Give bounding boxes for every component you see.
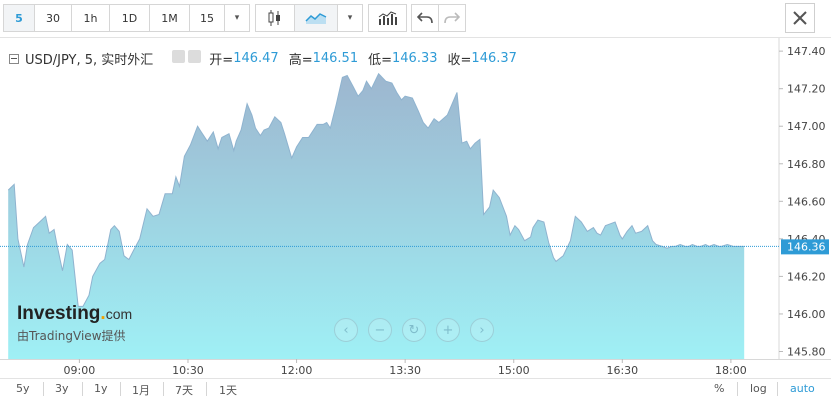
logo-tld: com <box>105 306 133 322</box>
interval-5-button[interactable]: 5 <box>3 4 35 32</box>
range-7day-button[interactable]: 7天 <box>175 382 193 398</box>
close-value: 146.37 <box>471 51 517 66</box>
x-tick-label: 15:00 <box>498 364 530 377</box>
range-1day-button[interactable]: 1天 <box>219 382 237 398</box>
undo-button[interactable] <box>411 4 439 32</box>
y-tick-label: 146.20 <box>787 270 826 283</box>
candlestick-icon <box>268 10 280 26</box>
chevron-right-icon: › <box>479 322 485 338</box>
y-tick-label: 146.00 <box>787 308 826 321</box>
chart-toolbar: 5 30 1h 1D 1M 15 ▾ ▾ <box>0 0 831 37</box>
interval-1m-button[interactable]: 1M <box>149 4 190 32</box>
chevron-left-icon: ‹ <box>343 322 349 338</box>
low-label: 低= <box>368 53 393 68</box>
range-separator <box>206 382 207 396</box>
range-separator <box>163 382 164 396</box>
redo-icon <box>444 12 460 24</box>
zoom-in-button[interactable]: + <box>436 318 460 342</box>
option-separator <box>737 382 738 396</box>
indicators-button[interactable] <box>368 4 407 32</box>
area-chart-button[interactable] <box>294 4 338 32</box>
symbol-label: USD/JPY, 5, 实时外汇 <box>25 53 154 68</box>
chevron-down-icon: ▾ <box>234 13 240 23</box>
visibility-icon[interactable] <box>172 50 186 63</box>
legend-icons <box>169 50 202 67</box>
zoom-out-button[interactable]: − <box>368 318 392 342</box>
y-tick-label: 147.00 <box>787 120 826 133</box>
low-value: 146.33 <box>392 51 438 66</box>
range-3y-button[interactable]: 3y <box>55 382 69 395</box>
range-separator <box>120 382 121 396</box>
scroll-right-button[interactable]: › <box>470 318 494 342</box>
open-label: 开= <box>209 53 234 68</box>
open-value: 146.47 <box>233 51 279 66</box>
range-separator <box>82 382 83 396</box>
y-tick-label: 145.80 <box>787 345 826 358</box>
range-1month-button[interactable]: 1月 <box>132 382 150 398</box>
plus-icon: + <box>442 322 454 338</box>
indicators-icon <box>378 11 397 25</box>
range-separator <box>43 382 44 396</box>
chart-type-dropdown-button[interactable]: ▾ <box>337 4 363 32</box>
x-tick-label: 16:30 <box>606 364 638 377</box>
x-tick-label: 12:00 <box>281 364 313 377</box>
area-chart-icon <box>305 13 327 24</box>
range-5y-button[interactable]: 5y <box>16 382 30 395</box>
provider-credit: 由TradingView提供 <box>17 329 126 343</box>
interval-1h-button[interactable]: 1h <box>71 4 110 32</box>
percent-scale-button[interactable]: % <box>714 382 724 395</box>
logo-wordmark: Investing <box>17 303 101 324</box>
range-1y-button[interactable]: 1y <box>94 382 108 395</box>
interval-15-button[interactable]: 15 <box>189 4 225 32</box>
interval-30-button[interactable]: 30 <box>34 4 72 32</box>
undo-icon <box>417 12 433 24</box>
interval-dropdown-button[interactable]: ▾ <box>224 4 250 32</box>
close-label: 收= <box>447 53 472 68</box>
collapse-legend-icon[interactable] <box>9 53 19 64</box>
y-tick-label: 147.20 <box>787 83 826 96</box>
y-tick-label: 146.80 <box>787 158 826 171</box>
refresh-icon: ↻ <box>408 322 420 338</box>
y-tick-label: 147.40 <box>787 45 826 58</box>
auto-scale-button[interactable]: auto <box>790 382 815 395</box>
scroll-left-button[interactable]: ‹ <box>334 318 358 342</box>
y-tick-label: 146.60 <box>787 195 826 208</box>
option-separator <box>777 382 778 396</box>
x-tick-label: 13:30 <box>389 364 421 377</box>
last-price-label: 146.36 <box>787 240 826 253</box>
minus-icon: − <box>374 322 386 338</box>
x-tick-label: 09:00 <box>64 364 96 377</box>
interval-1d-button[interactable]: 1D <box>109 4 150 32</box>
chart-widget: 5 30 1h 1D 1M 15 ▾ ▾ 145.80 146.00 146.2… <box>0 0 831 404</box>
candlestick-button[interactable] <box>255 4 295 32</box>
redo-button[interactable] <box>438 4 466 32</box>
bottom-divider <box>0 378 831 379</box>
x-tick-label: 18:00 <box>715 364 747 377</box>
high-label: 高= <box>288 53 313 68</box>
x-tick-label: 10:30 <box>172 364 204 377</box>
investing-logo: Investing.com 由TradingView提供 <box>17 303 132 344</box>
log-scale-button[interactable]: log <box>750 382 767 395</box>
chart-legend: USD/JPY, 5, 实时外汇 开= 146.47 高= 146.51 低= … <box>9 49 517 68</box>
close-icon <box>793 11 807 25</box>
settings-icon[interactable] <box>188 50 202 63</box>
chevron-down-icon: ▾ <box>347 13 353 23</box>
reset-zoom-button[interactable]: ↻ <box>402 318 426 342</box>
close-button[interactable] <box>785 3 815 33</box>
high-value: 146.51 <box>312 51 359 66</box>
